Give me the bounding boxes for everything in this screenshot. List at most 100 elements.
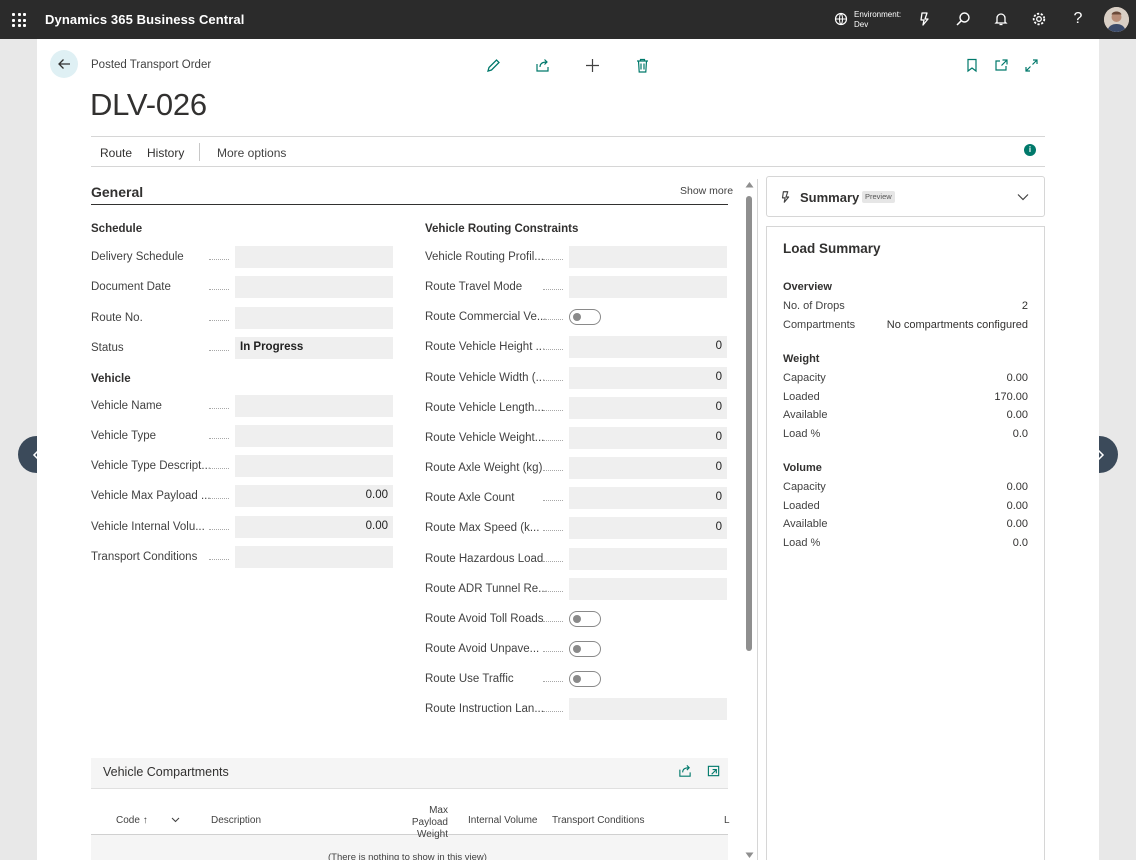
add-icon[interactable] — [582, 55, 602, 75]
avatar[interactable] — [1104, 7, 1129, 32]
field-value-route-vehicle-weight[interactable]: 0 — [569, 426, 727, 449]
edit-icon[interactable] — [483, 55, 503, 75]
action-history[interactable]: History — [147, 146, 184, 160]
column-internal-volume[interactable]: Internal Volume — [468, 815, 538, 827]
action-route[interactable]: Route — [100, 146, 132, 160]
scrollbar-thumb[interactable] — [746, 196, 752, 651]
field-value-document-date[interactable] — [235, 276, 393, 298]
field-leader-dots — [543, 379, 563, 381]
field-value-status[interactable]: In Progress — [235, 337, 393, 359]
field-value-route-vehicle-height[interactable]: 0 — [569, 336, 727, 359]
load-summary-value: 0.0 — [1012, 427, 1028, 440]
field-label-route-axle-count: Route Axle Count — [425, 492, 515, 505]
chevron-down-icon[interactable] — [1017, 193, 1029, 201]
toggle-route-use-traffic[interactable] — [569, 671, 601, 688]
field-label-route-travel-mode: Route Travel Mode — [425, 281, 523, 294]
field-leader-dots — [543, 259, 563, 260]
field-leader-dots — [209, 408, 229, 409]
group-title-schedule: Schedule — [91, 223, 143, 235]
show-more-link[interactable]: Show more — [680, 185, 733, 197]
toggle-route-avoid-toll-roads[interactable] — [569, 610, 601, 627]
field-label-vehicle-type: Vehicle Type — [91, 430, 157, 442]
field-value-route-vehicle-width[interactable]: 0 — [569, 366, 727, 389]
field-value-vehicle-internal-volu[interactable]: 0.00 — [235, 516, 393, 538]
field-value-route-no[interactable] — [235, 307, 393, 329]
bookmark-icon[interactable] — [962, 55, 982, 75]
action-more-options[interactable]: More options — [217, 146, 286, 160]
help-icon[interactable]: ? — [1067, 8, 1089, 30]
field-leader-dots — [543, 319, 563, 321]
environment-name: Dev — [854, 20, 869, 29]
compartments-title[interactable]: Vehicle Compartments — [103, 765, 229, 779]
top-bar: Dynamics 365 Business Central Environmen… — [0, 0, 1136, 39]
chevron-down-icon[interactable] — [171, 817, 180, 823]
expand-icon[interactable] — [1021, 55, 1041, 75]
load-summary-value: 2 — [1021, 300, 1028, 312]
field-leader-dots — [543, 711, 563, 713]
toggle-route-avoid-unpave[interactable] — [569, 640, 601, 657]
column-transport-conditions[interactable]: Transport Conditions — [552, 815, 644, 827]
field-leader-dots — [543, 349, 563, 351]
field-leader-dots — [543, 620, 563, 622]
app-launcher-icon[interactable] — [12, 13, 26, 27]
action-separator — [199, 143, 200, 161]
load-summary-group-weight: Weight — [783, 353, 820, 365]
load-summary-value: 0.00 — [1006, 481, 1028, 493]
summary-factbox[interactable]: Summary Preview — [766, 176, 1045, 217]
field-leader-dots — [543, 590, 563, 592]
environment-indicator[interactable]: Environment: Dev — [834, 9, 904, 31]
gear-icon[interactable] — [1028, 8, 1050, 30]
field-value-route-vehicle-length[interactable]: 0 — [569, 396, 727, 419]
field-value-route-adr-tunnel-re[interactable] — [569, 577, 727, 600]
field-value-vehicle-routing-profil[interactable] — [569, 246, 727, 268]
load-summary-value: 170.00 — [994, 390, 1028, 403]
column-code[interactable]: Code ↑ — [116, 815, 148, 827]
share-icon[interactable] — [678, 764, 692, 778]
field-value-vehicle-name[interactable] — [235, 395, 393, 417]
load-summary-label: Available — [783, 518, 828, 530]
back-button[interactable] — [50, 50, 78, 78]
scroll-up-icon[interactable] — [745, 181, 754, 188]
field-value-vehicle-max-payload[interactable]: 0.00 — [235, 485, 393, 507]
bell-icon[interactable] — [990, 8, 1012, 30]
app-title[interactable]: Dynamics 365 Business Central — [45, 12, 244, 27]
compartments-header-row: Code ↑ Description Max Payload Weight Int… — [91, 788, 730, 840]
field-value-route-axle-weight-kg[interactable]: 0 — [569, 457, 727, 480]
copilot-icon[interactable] — [914, 8, 936, 30]
field-leader-dots — [209, 259, 229, 260]
field-value-route-instruction-lan[interactable] — [569, 698, 727, 721]
field-value-route-travel-mode[interactable] — [569, 276, 727, 299]
search-icon[interactable] — [952, 8, 974, 30]
general-section-title[interactable]: General — [91, 184, 143, 200]
field-value-route-max-speed-k[interactable]: 0 — [569, 517, 727, 540]
field-value-transport-conditions[interactable] — [235, 546, 393, 568]
load-summary-value: 0.00 — [1006, 372, 1028, 384]
field-leader-dots — [543, 560, 563, 562]
delete-icon[interactable] — [632, 55, 652, 75]
scroll-down-icon[interactable] — [745, 852, 754, 859]
column-truncated[interactable]: L — [724, 815, 730, 827]
column-description[interactable]: Description — [211, 815, 261, 827]
load-summary-label: Available — [783, 409, 828, 421]
load-summary-value: 0.00 — [1006, 518, 1028, 530]
field-leader-dots — [209, 350, 229, 351]
field-value-route-axle-count[interactable]: 0 — [569, 487, 727, 510]
open-in-page-icon[interactable] — [707, 764, 721, 778]
field-label-route-vehicle-height: Route Vehicle Height ... — [425, 341, 546, 354]
field-leader-dots — [209, 289, 229, 290]
field-value-vehicle-type[interactable] — [235, 425, 393, 447]
field-leader-dots — [543, 470, 563, 472]
share-icon[interactable] — [532, 55, 552, 75]
field-label-route-no: Route No. — [91, 312, 143, 324]
toggle-route-commercial-ve[interactable] — [569, 309, 601, 326]
open-new-window-icon[interactable] — [991, 55, 1011, 75]
info-icon[interactable]: i — [1024, 144, 1036, 156]
preview-badge: Preview — [862, 191, 895, 203]
field-label-delivery-schedule: Delivery Schedule — [91, 251, 184, 263]
field-value-vehicle-type-descript[interactable] — [235, 455, 393, 477]
column-max-payload-weight[interactable]: Max Payload Weight — [391, 805, 448, 841]
field-value-route-hazardous-load[interactable] — [569, 547, 727, 570]
field-leader-dots — [543, 650, 563, 652]
field-value-delivery-schedule[interactable] — [235, 246, 393, 268]
load-summary-label: Loaded — [783, 390, 820, 403]
